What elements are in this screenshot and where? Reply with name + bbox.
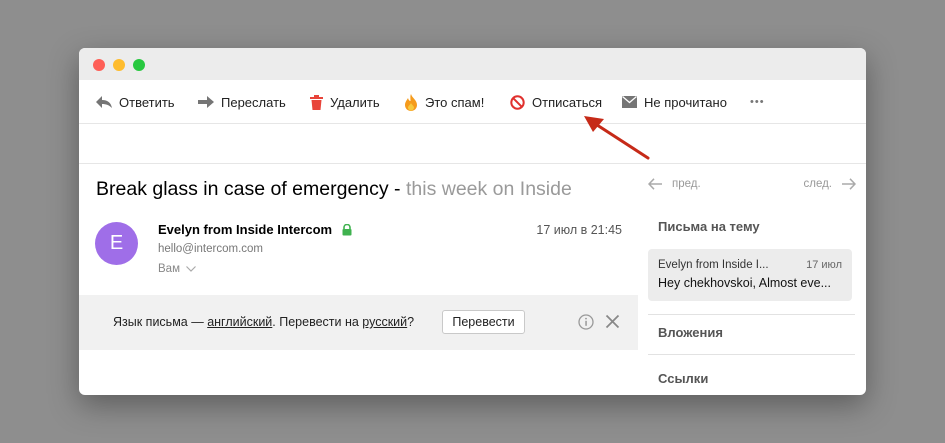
thread-date: 17 июл <box>806 259 842 271</box>
spam-button[interactable]: Это спам! <box>404 93 484 111</box>
sender-avatar[interactable]: E <box>95 222 138 265</box>
forward-button[interactable]: Переслать <box>198 93 286 111</box>
thread-sender: Evelyn from Inside I... <box>658 259 769 271</box>
thread-item[interactable]: Evelyn from Inside I... 17 июл Hey chekh… <box>648 249 852 301</box>
right-sidebar: пред. след. Письма на тему Evelyn from I… <box>638 164 866 395</box>
recipient-label: Вам <box>158 263 180 275</box>
arrow-right-icon <box>842 178 856 190</box>
prohibited-icon <box>510 94 525 110</box>
close-icon[interactable] <box>605 314 620 329</box>
source-language-link[interactable]: английский <box>207 315 272 329</box>
attachments-heading[interactable]: Вложения <box>658 325 723 340</box>
subject-text: Break glass in case of emergency - <box>96 178 406 200</box>
toolbar-secondary-row <box>79 124 866 164</box>
mark-unread-button[interactable]: Не прочитано <box>622 93 727 111</box>
unsubscribe-label: Отписаться <box>532 94 603 110</box>
annotation-arrow <box>584 116 650 160</box>
thread-heading: Письма на тему <box>658 219 760 234</box>
translate-message: Язык письма — английский. Перевести на р… <box>113 315 414 329</box>
translate-button[interactable]: Перевести <box>442 310 525 334</box>
sender-email: hello@intercom.com <box>158 243 263 255</box>
delete-button[interactable]: Удалить <box>310 93 380 111</box>
forward-arrow-icon <box>198 96 214 108</box>
info-icon[interactable] <box>578 314 594 330</box>
divider <box>648 354 855 355</box>
spam-label: Это спам! <box>425 94 485 110</box>
previous-message-link[interactable]: пред. <box>648 178 701 190</box>
previous-label: пред. <box>672 178 701 190</box>
translate-bar: Язык письма — английский. Перевести на р… <box>79 295 638 350</box>
message-date: 17 июл в 21:45 <box>536 223 622 237</box>
trash-icon <box>310 94 323 110</box>
next-label: след. <box>803 178 832 190</box>
reply-label: Ответить <box>119 94 175 110</box>
message-toolbar: Ответить Переслать Удалить Это спам! Отп… <box>79 80 866 124</box>
sender-name[interactable]: Evelyn from Inside Intercom <box>158 222 332 237</box>
divider <box>648 314 855 315</box>
links-heading[interactable]: Ссылки <box>658 371 708 386</box>
reply-button[interactable]: Ответить <box>96 93 175 111</box>
message-subject: Break glass in case of emergency - this … <box>96 178 572 201</box>
next-message-link[interactable]: след. <box>803 178 856 190</box>
thread-snippet: Hey chekhovskoi, Almost eve... <box>658 276 831 290</box>
chevron-down-icon <box>186 266 196 272</box>
close-window-button[interactable] <box>93 59 105 71</box>
zoom-window-button[interactable] <box>133 59 145 71</box>
forward-label: Переслать <box>221 94 286 110</box>
translate-suffix: ? <box>407 315 415 329</box>
translate-prefix: Язык письма — <box>113 315 208 329</box>
recipient-toggle[interactable]: Вам <box>158 263 196 275</box>
translate-middle: . Перевести на <box>272 315 363 329</box>
lock-icon <box>342 224 352 236</box>
mark-unread-label: Не прочитано <box>644 94 727 110</box>
subject-faded-text: this week on Inside <box>405 178 572 200</box>
mail-window: Ответить Переслать Удалить Это спам! Отп… <box>79 48 866 395</box>
fire-icon <box>405 93 417 111</box>
target-language-link[interactable]: русский <box>362 315 407 329</box>
reply-icon <box>96 96 112 108</box>
window-titlebar <box>79 48 866 80</box>
minimize-window-button[interactable] <box>113 59 125 71</box>
arrow-left-icon <box>648 178 662 190</box>
more-icon: ••• <box>750 96 765 108</box>
envelope-icon <box>622 96 637 108</box>
unsubscribe-button[interactable]: Отписаться <box>510 93 602 111</box>
delete-label: Удалить <box>330 94 380 110</box>
more-actions-button[interactable]: ••• <box>750 93 765 111</box>
